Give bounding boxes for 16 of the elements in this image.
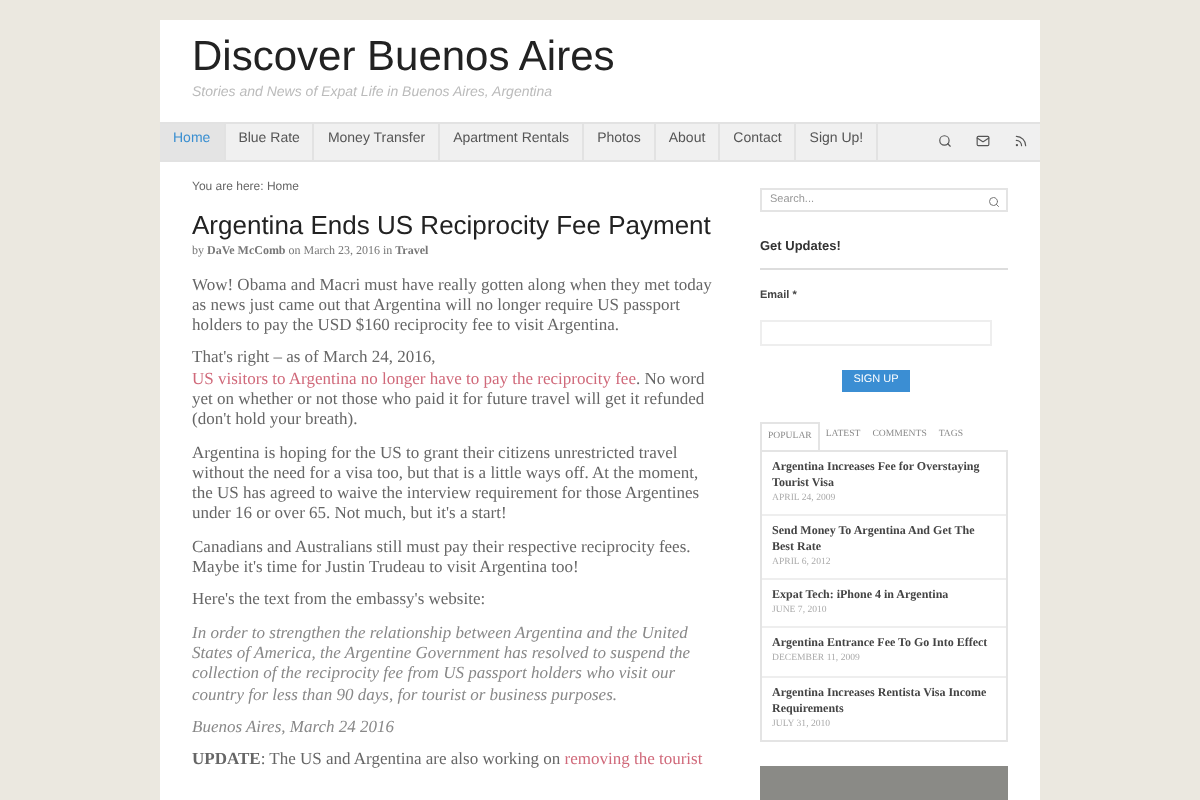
search-icon[interactable]	[988, 196, 1000, 208]
quote-paragraph: In order to strengthen the relationship between Argentina and the United States of America, the Argentine Government has resolved to suspend the collection of the reciprocity fee from US passport holders who visit our country for less than 90 days, for tourist or business purposes.	[192, 621, 693, 704]
site-title[interactable]: Discover Buenos Aires	[192, 32, 1008, 84]
search-icon[interactable]	[938, 134, 952, 148]
quote-paragraph: Buenos Aires, March 24 2016	[192, 715, 396, 737]
paragraph: Canadians and Australians still must pay their respective reciprocity fees. Maybe it's time for Justin Trudeau to visit Argentina too!	[192, 535, 693, 577]
paragraph: Argentina is hoping for the US to grant their citizens unrestricted travel without the need for a visa too, but that is a little ways off. At the moment, the US has agreed to waive the interview requirement for those Argentines under 16 or over 65. Not much, but it's a start!	[192, 441, 702, 524]
mail-icon[interactable]	[976, 134, 990, 148]
paragraph: Wow! Obama and Macri must have really gotten along when they met today as news just came out that Argentina will no longer require US passport holders to pay the USD $160 reciprocity fee to visit Argentina.	[192, 273, 714, 335]
paragraph: UPDATE: The US and Argentina are also working on removing the tourist	[192, 748, 705, 769]
link[interactable]: US visitors to Argentina no longer have to pay the reciprocity fee	[192, 367, 636, 388]
paragraph: Here's the text from the embassy's website:	[192, 588, 488, 610]
post-title[interactable]: Argentina Ends US Reciprocity Fee Payment	[192, 209, 716, 241]
paragraph: That's right – as of March 24, 2016, US visitors to Argentina no longer have to pay the reciprocity fee. No word yet on whether or not those who paid it for future travel will get it refunded (don't hold your breath).	[192, 346, 707, 430]
rss-icon[interactable]	[1014, 134, 1028, 148]
link[interactable]: removing the tourist	[564, 748, 703, 769]
